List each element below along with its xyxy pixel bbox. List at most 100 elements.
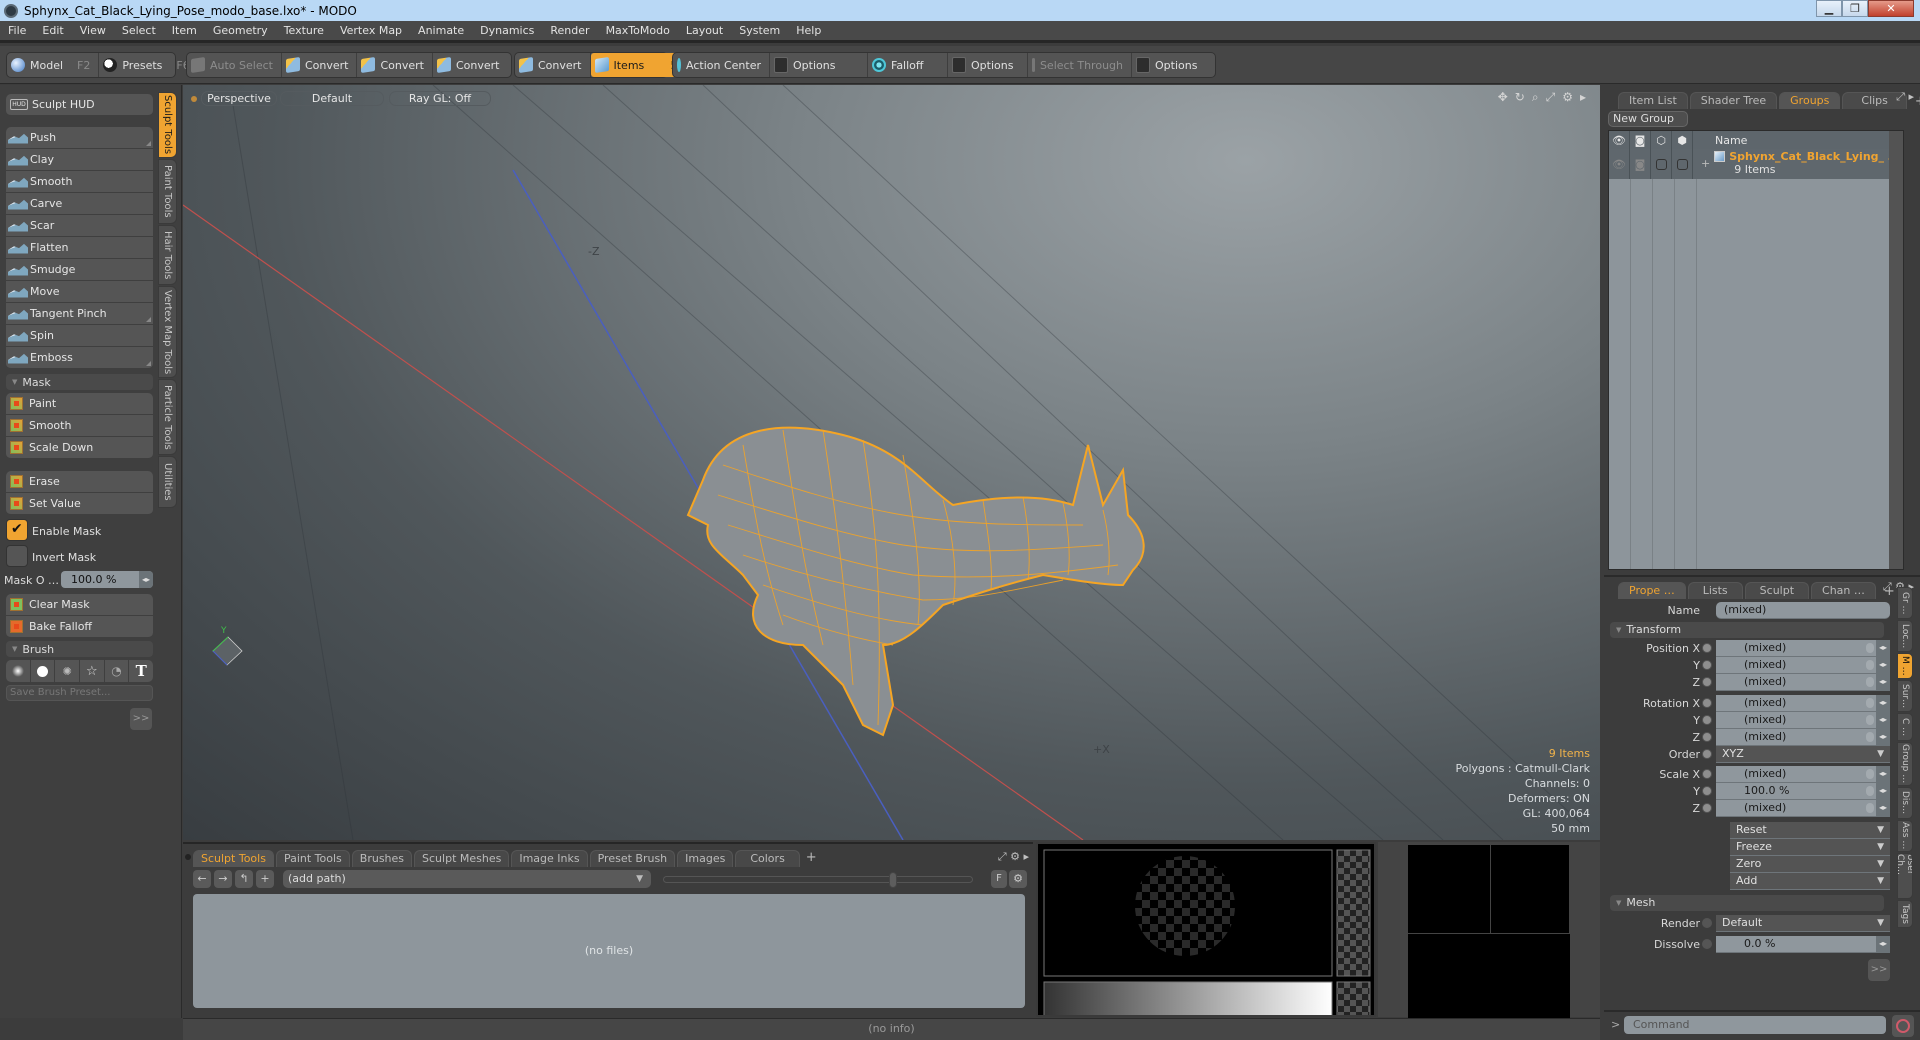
add-path-icon[interactable]: +	[256, 870, 274, 888]
vtab-group-2[interactable]: Group …	[1897, 742, 1913, 786]
path-dropdown[interactable]: (add path) ▼	[283, 870, 651, 888]
tool-tangent-pinch[interactable]: Tangent Pinch	[6, 303, 153, 325]
menu-texture[interactable]: Texture	[276, 24, 332, 37]
parent-folder-icon[interactable]: ↰	[235, 870, 253, 888]
more-button[interactable]: >>	[130, 708, 152, 730]
vtab-display[interactable]: Dis…	[1897, 787, 1913, 819]
tool-push[interactable]: Push	[6, 127, 153, 149]
slider-knob[interactable]	[889, 872, 897, 888]
lock-column-icon[interactable]: ⬡	[1651, 131, 1672, 149]
render-column-icon[interactable]: ◙	[1630, 131, 1651, 149]
text-brush-button[interactable]: T	[129, 660, 153, 682]
select-through-button[interactable]: Select Through	[1028, 53, 1132, 77]
view-type-dropdown[interactable]: Perspective	[201, 91, 277, 106]
clear-mask-button[interactable]: Clear Mask	[6, 594, 153, 616]
auto-select-button[interactable]: Auto Select	[187, 53, 282, 77]
group-row[interactable]: 👁 ◙ + Sphynx_Cat_Black_Lying_ … 9 Items	[1609, 149, 1903, 179]
groups-scrollbar[interactable]	[1889, 131, 1903, 569]
maximize-icon[interactable]: ⤢	[1546, 90, 1556, 105]
menu-system[interactable]: System	[731, 24, 788, 37]
action-center-button[interactable]: Action Center	[673, 53, 770, 77]
save-brush-preset-input[interactable]: Save Brush Preset...	[6, 685, 153, 701]
transform-section-header[interactable]: Transform	[1610, 622, 1884, 638]
forward-arrow-icon[interactable]: →	[214, 870, 232, 888]
record-macro-button[interactable]	[1892, 1015, 1914, 1037]
menu-animate[interactable]: Animate	[410, 24, 472, 37]
render-toggle-icon[interactable]: ◙	[1630, 149, 1651, 179]
tab-paint-tools[interactable]: Paint Tools	[158, 159, 177, 224]
sculpt-hud-button[interactable]: HUD Sculpt HUD	[6, 94, 153, 116]
tab-utilities[interactable]: Utilities	[158, 456, 177, 508]
mesh-section-header[interactable]: Mesh	[1610, 895, 1884, 911]
tab-properties[interactable]: Prope …	[1618, 582, 1686, 599]
tool-smooth[interactable]: Smooth	[6, 171, 153, 193]
lock-toggle[interactable]	[1651, 149, 1672, 179]
render-dropdown[interactable]: Default ▼	[1702, 915, 1890, 932]
vtab-group[interactable]: Gr …	[1897, 587, 1913, 619]
vtab-mesh[interactable]: M …	[1897, 653, 1913, 679]
rotation-x-field[interactable]: (mixed) ◂▸	[1702, 695, 1890, 712]
pan-icon[interactable]: ✥	[1498, 90, 1508, 105]
hard-brush-button[interactable]	[31, 660, 56, 682]
menu-file[interactable]: File	[0, 24, 34, 37]
back-arrow-icon[interactable]: ←	[193, 870, 211, 888]
minimize-button[interactable]: ▁	[1816, 0, 1842, 17]
scale-x-field[interactable]: (mixed) ◂▸	[1702, 766, 1890, 783]
zero-dropdown[interactable]: Zero ▼	[1730, 856, 1890, 873]
menu-maxtomodo[interactable]: MaxToModo	[598, 24, 678, 37]
select-column-icon[interactable]: ⬢	[1672, 131, 1693, 149]
mask-opacity-field[interactable]: 100.0 % ◂▸	[61, 571, 153, 588]
visibility-toggle-icon[interactable]: 👁	[1609, 149, 1630, 179]
expand-arrow-icon[interactable]: ▸	[1580, 90, 1586, 105]
position-x-field[interactable]: (mixed) ◂▸	[1702, 640, 1890, 657]
filter-button[interactable]: F	[991, 870, 1007, 888]
tab-shader-tree[interactable]: Shader Tree	[1689, 92, 1778, 109]
menu-select[interactable]: Select	[114, 24, 164, 37]
menu-edit[interactable]: Edit	[34, 24, 71, 37]
model-layout-button[interactable]: Model F2	[7, 53, 100, 77]
vtab-c[interactable]: C …	[1897, 713, 1913, 741]
tab-images[interactable]: Images	[677, 850, 734, 867]
menu-layout[interactable]: Layout	[678, 24, 731, 37]
tab-particle-tools[interactable]: Particle Tools	[158, 379, 177, 455]
menu-item[interactable]: Item	[164, 24, 205, 37]
order-dropdown[interactable]: XYZ ▼	[1702, 746, 1890, 763]
restore-button[interactable]: ❐	[1842, 0, 1868, 17]
tool-smudge[interactable]: Smudge	[6, 259, 153, 281]
action-center-options-button[interactable]: Options	[770, 53, 868, 77]
falloff-button[interactable]: Falloff	[868, 53, 948, 77]
freeze-dropdown[interactable]: Freeze ▼	[1730, 839, 1890, 856]
tab-sculpt[interactable]: Sculpt	[1744, 582, 1810, 599]
tab-brushes[interactable]: Brushes	[351, 850, 413, 867]
dissolve-field[interactable]: 0.0 % ◂▸	[1702, 936, 1890, 953]
tab-lists[interactable]: Lists	[1687, 582, 1743, 599]
mask-paint-button[interactable]: Paint	[6, 393, 153, 415]
add-dropdown[interactable]: Add ▼	[1730, 873, 1890, 890]
tool-move[interactable]: Move	[6, 281, 153, 303]
falloff-options-button[interactable]: Options	[948, 53, 1028, 77]
tab-groups[interactable]: Groups	[1779, 92, 1841, 109]
menu-render[interactable]: Render	[542, 24, 597, 37]
reset-dropdown[interactable]: Reset ▼	[1730, 822, 1890, 839]
vtab-assembly[interactable]: Ass …	[1897, 820, 1913, 852]
name-field[interactable]: (mixed)	[1716, 602, 1890, 619]
3d-viewport[interactable]: -Z +X Y Perspective Default Ray GL: Off …	[183, 85, 1600, 840]
convert-polygons-button[interactable]: Convert	[433, 53, 508, 77]
vector-brush-button[interactable]: ◔	[105, 660, 130, 682]
file-browser-area[interactable]: (no files)	[193, 894, 1025, 1008]
name-column-header[interactable]: Name	[1693, 134, 1747, 147]
mask-scale-down-button[interactable]: Scale Down	[6, 437, 153, 459]
tab-image-inks[interactable]: Image Inks	[511, 850, 588, 867]
new-group-button[interactable]: New Group	[1608, 111, 1688, 127]
convert-vertices-button[interactable]: Convert	[282, 53, 358, 77]
invert-mask-checkbox[interactable]	[6, 545, 28, 567]
tab-hair-tools[interactable]: Hair Tools	[158, 225, 177, 285]
convert-materials-button[interactable]: Convert	[515, 53, 591, 77]
position-z-field[interactable]: (mixed) ◂▸	[1702, 674, 1890, 691]
rotation-y-field[interactable]: (mixed) ◂▸	[1702, 712, 1890, 729]
star-brush-button[interactable]: ☆	[80, 660, 105, 682]
tab-preset-brush[interactable]: Preset Brush	[589, 850, 676, 867]
tab-paint-tools[interactable]: Paint Tools	[275, 850, 350, 867]
vtab-tags[interactable]: Tags	[1897, 900, 1913, 928]
mask-erase-button[interactable]: Erase	[6, 471, 153, 493]
